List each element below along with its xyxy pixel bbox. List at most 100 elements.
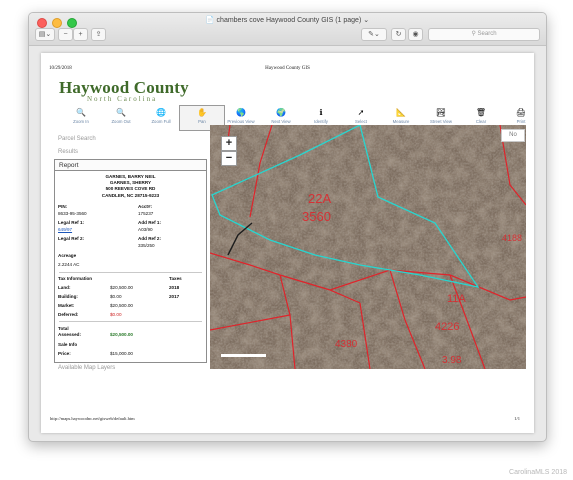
add-ref2-label: Add Ref 2: bbox=[138, 236, 161, 241]
market-label: Market: bbox=[58, 303, 75, 308]
map-zoom-in-button[interactable]: + bbox=[221, 136, 237, 151]
rotate-icon[interactable]: ↻ bbox=[391, 28, 406, 41]
parcel-label-3560: 3560 bbox=[302, 209, 331, 224]
title-bar: 📄 chambers cove Haywood County GIS (1 pa… bbox=[29, 13, 546, 46]
zoom-in-icon[interactable]: + bbox=[73, 28, 88, 41]
owner-city: CANDLER, NC 28715-9223 bbox=[101, 192, 160, 198]
window-title-text: chambers cove Haywood County GIS (1 page… bbox=[216, 17, 362, 24]
pin-value: 8633-95-3560 bbox=[58, 211, 87, 216]
tool-zoom-in-button[interactable]: 🔍 Zoom In bbox=[59, 106, 103, 130]
parcel-label-398: 3.98 bbox=[442, 355, 462, 366]
tool-label: Zoom Full bbox=[151, 119, 171, 124]
pin-label: PIN: bbox=[58, 204, 68, 209]
tax-year-2018[interactable]: 2018 bbox=[169, 285, 179, 290]
parcel-label-4380: 4380 bbox=[335, 339, 358, 350]
next-view-icon: 🌍 bbox=[276, 108, 286, 117]
market-value: $20,500.00 bbox=[110, 303, 133, 308]
available-map-layers-link[interactable]: Available Map Layers bbox=[58, 365, 115, 371]
chevron-down-icon[interactable]: ⌄ bbox=[361, 17, 369, 24]
annotate-icon[interactable]: ◉ bbox=[408, 28, 423, 41]
share-icon[interactable]: ⇪ bbox=[91, 28, 106, 41]
zoom-out-icon: 🔍 bbox=[116, 108, 126, 117]
building-value: $0.00 bbox=[110, 294, 122, 299]
sale-info-label: Sale Info bbox=[58, 342, 78, 347]
window-toolbar: ▤⌄ − + ⇪ ✎⌄ ↻ ◉ ⚲ Search bbox=[35, 28, 540, 41]
tax-info-label: Tax Information bbox=[58, 276, 93, 281]
tool-label: Next View bbox=[271, 119, 291, 124]
results-link[interactable]: Results bbox=[58, 149, 78, 155]
building-label: Building: bbox=[58, 294, 78, 299]
print-footer-url: http://maps.haywoodnc.net/gisweb/default… bbox=[50, 416, 135, 421]
deferred-label: Deferred: bbox=[58, 312, 79, 317]
tool-label: Pan bbox=[198, 119, 206, 124]
acct-value: 175237 bbox=[138, 211, 154, 216]
search-input[interactable]: ⚲ Search bbox=[428, 28, 540, 41]
preview-window: 📄 chambers cove Haywood County GIS (1 pa… bbox=[28, 12, 547, 442]
divider bbox=[59, 272, 202, 273]
street-view-icon: 🏞 bbox=[435, 108, 447, 117]
zoom-out-icon[interactable]: − bbox=[58, 28, 73, 41]
search-placeholder: Search bbox=[477, 31, 497, 37]
tool-label: Select bbox=[355, 119, 367, 124]
watermark: CarolinaMLS 2018 bbox=[509, 469, 567, 476]
price-label: Price: bbox=[58, 351, 71, 356]
tool-label: Zoom In bbox=[73, 119, 89, 124]
parcel-label-22a: 22A bbox=[308, 191, 332, 206]
map-no-button[interactable]: No bbox=[501, 129, 525, 142]
total-label-line2: Assessed: bbox=[58, 332, 81, 337]
hand-icon: ✋ bbox=[197, 108, 207, 117]
globe-icon: 🌐 bbox=[156, 108, 166, 117]
map-zoom-out-button[interactable]: − bbox=[221, 151, 237, 166]
sidebar-icon[interactable]: ▤⌄ bbox=[35, 28, 55, 41]
legal-ref1-link[interactable]: 649/97 bbox=[58, 227, 72, 232]
acct-label: Acct#: bbox=[138, 204, 153, 209]
tax-year-2017[interactable]: 2017 bbox=[169, 294, 179, 299]
land-label: Land: bbox=[58, 285, 71, 290]
total-label-line1: Total bbox=[58, 326, 69, 331]
previous-view-icon: 🌎 bbox=[236, 108, 246, 117]
tool-label: Measure bbox=[392, 119, 410, 124]
add-ref2-value: 335/250 bbox=[138, 243, 155, 248]
tool-zoom-out-button[interactable]: 🔍 Zoom Out bbox=[99, 106, 143, 130]
legal-ref1-label: Legal Ref 1: bbox=[58, 220, 85, 225]
taxes-label: Taxes bbox=[169, 276, 182, 281]
parcel-label-11a: 11A bbox=[447, 293, 466, 305]
zoom-in-icon: 🔍 bbox=[76, 108, 86, 117]
clear-icon: 🗑 bbox=[475, 108, 487, 117]
divider bbox=[59, 321, 202, 322]
total-assessed-value: $20,500.00 bbox=[110, 332, 133, 337]
identify-icon: ℹ bbox=[319, 108, 323, 117]
pdf-page: 10/29/2018 Haywood County GIS Haywood Co… bbox=[41, 53, 534, 433]
parcel-map[interactable]: 22A 3560 11A 4226 4380 4188 3.98 + − No bbox=[210, 125, 526, 369]
tool-label: Print bbox=[516, 119, 526, 124]
tool-label: Identify bbox=[314, 119, 328, 124]
legal-ref2-label: Legal Ref 2: bbox=[58, 236, 85, 241]
tool-label: Zoom Out bbox=[111, 119, 131, 124]
document-icon: 📄 bbox=[205, 17, 217, 24]
aerial-imagery bbox=[210, 125, 526, 369]
tool-label: Previous View bbox=[227, 119, 255, 124]
parcel-report: GARNES, BARRY NEIL GARNES, SHERRY 500 RE… bbox=[54, 171, 207, 363]
add-ref1-value: A03/90 bbox=[138, 227, 153, 232]
price-value: $15,000.00 bbox=[110, 351, 133, 356]
tool-label: Street View bbox=[430, 119, 452, 124]
select-icon: ➚ bbox=[357, 108, 365, 117]
owner-block: GARNES, BARRY NEIL GARNES, SHERRY 500 RE… bbox=[55, 174, 206, 199]
map-scale-bar bbox=[221, 354, 266, 357]
parcel-label-4226: 4226 bbox=[435, 321, 460, 333]
markup-icon[interactable]: ✎⌄ bbox=[361, 28, 387, 41]
print-header-title: Haywood County GIS bbox=[265, 66, 310, 71]
tool-zoom-full-button[interactable]: 🌐 Zoom Full bbox=[139, 106, 183, 130]
county-logo-subtitle: North Carolina bbox=[87, 95, 158, 103]
measure-icon: 📐 bbox=[396, 108, 406, 117]
deferred-value: $0.00 bbox=[110, 312, 122, 317]
parcel-search-link[interactable]: Parcel Search bbox=[58, 136, 96, 142]
acreage-label: Acreage bbox=[58, 253, 77, 258]
report-tab[interactable]: Report bbox=[54, 159, 207, 171]
land-value: $20,500.00 bbox=[110, 285, 133, 290]
acreage-value: 2.2244 AC bbox=[58, 262, 80, 267]
parcel-label-4188: 4188 bbox=[502, 233, 523, 243]
add-ref1-label: Add Ref 1: bbox=[138, 220, 161, 225]
window-title: 📄 chambers cove Haywood County GIS (1 pa… bbox=[29, 16, 546, 24]
print-page-number: 1/1 bbox=[514, 416, 520, 421]
